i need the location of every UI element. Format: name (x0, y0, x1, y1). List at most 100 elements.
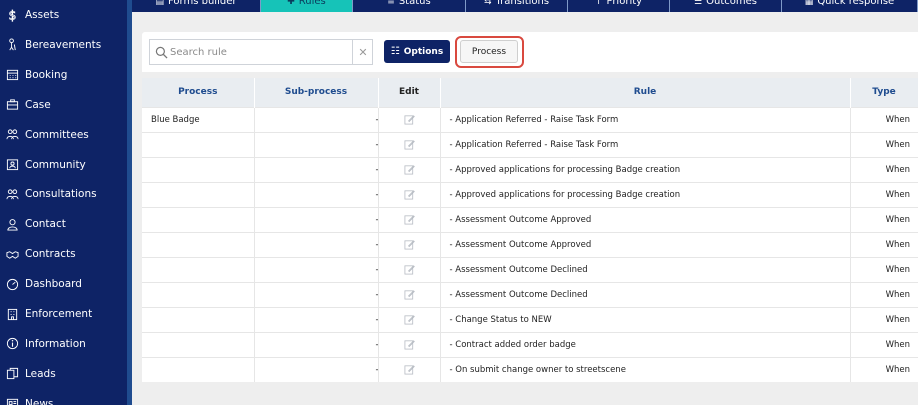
cell-process (142, 356, 255, 382)
column-header-type[interactable]: Type (850, 78, 918, 107)
sidebar-item-contracts[interactable]: Contracts (0, 239, 127, 269)
cell-edit (378, 181, 441, 207)
tab-transitions[interactable]: ⇆ Transitions (466, 0, 568, 12)
sidebar-item-booking[interactable]: Booking (0, 60, 127, 90)
sidebar-item-label: Contact (25, 218, 66, 231)
sidebar-item-label: Dashboard (25, 278, 82, 291)
table-header-row: Process Sub-process Edit Rule Type (142, 78, 918, 107)
sidebar-item-information[interactable]: Information (0, 329, 127, 359)
cell-type: When (850, 231, 918, 257)
cell-subprocess: - (254, 106, 379, 132)
tab-forms-builder[interactable]: ▤ Forms builder (132, 0, 261, 12)
cell-edit (378, 106, 441, 132)
cell-subprocess: - (254, 256, 379, 282)
cell-edit (378, 206, 441, 232)
table-row: - - Assessment Outcome DeclinedWhen (142, 281, 918, 307)
sidebar-item-community[interactable]: Community (0, 150, 127, 180)
sidebar-item-label: Information (25, 337, 86, 350)
gauge-icon (5, 277, 19, 291)
cell-rule: - Assessment Outcome Declined (440, 281, 851, 307)
cell-rule: - Application Referred - Raise Task Form (440, 131, 851, 157)
column-header-process[interactable]: Process (142, 78, 255, 107)
search-input[interactable] (170, 42, 348, 62)
process-button[interactable]: Process (460, 40, 518, 63)
edit-icon[interactable] (404, 289, 415, 300)
rules-table: Process Sub-process Edit Rule Type Blue … (142, 78, 918, 382)
edit-icon[interactable] (404, 364, 415, 375)
sidebar-item-committees[interactable]: Committees (0, 120, 127, 150)
edit-icon[interactable] (404, 114, 415, 125)
edit-icon[interactable] (404, 314, 415, 325)
cell-rule: - Assessment Outcome Approved (440, 231, 851, 257)
table-row: - - Contract added order badgeWhen (142, 331, 918, 357)
cell-type: When (850, 181, 918, 207)
cell-process (142, 256, 255, 282)
clear-search-button[interactable]: ✕ (352, 40, 373, 64)
sidebar-item-label: Committees (25, 128, 89, 141)
edit-icon[interactable] (404, 239, 415, 250)
briefcase-icon (5, 98, 19, 112)
tab-outcomes-icon: ☰ (694, 0, 703, 7)
newspaper-icon (5, 397, 19, 405)
cell-type: When (850, 131, 918, 157)
tab-status[interactable]: ≡ Status (353, 0, 466, 12)
cell-type: When (850, 306, 918, 332)
tab-outcomes[interactable]: ☰ Outcomes (670, 0, 782, 12)
cell-process (142, 131, 255, 157)
cell-process (142, 281, 255, 307)
tab-transitions-icon: ⇆ (483, 0, 492, 7)
edit-icon[interactable] (404, 189, 415, 200)
sidebar-item-label: Case (25, 98, 51, 111)
cell-process (142, 331, 255, 357)
sidebar-item-label: Consultations (25, 188, 97, 201)
sidebar-item-contact[interactable]: Contact (0, 209, 127, 239)
edit-icon[interactable] (404, 164, 415, 175)
sidebar-item-label: Community (25, 158, 86, 171)
cell-type: When (850, 331, 918, 357)
tab-label: Transitions (495, 0, 550, 7)
cell-process (142, 231, 255, 257)
sidebar-item-enforcement[interactable]: Enforcement (0, 299, 127, 329)
cell-subprocess: - (254, 331, 379, 357)
sidebar-item-leads[interactable]: Leads (0, 359, 127, 389)
sidebar-item-bereavements[interactable]: Bereavements (0, 30, 127, 60)
cell-process (142, 156, 255, 182)
edit-icon[interactable] (404, 214, 415, 225)
column-header-subprocess[interactable]: Sub-process (254, 78, 379, 107)
sliders-icon: ☷ (390, 46, 400, 57)
cell-edit (378, 256, 441, 282)
copy-icon (5, 367, 19, 381)
cell-rule: - Approved applications for processing B… (440, 181, 851, 207)
table-row: - - Application Referred - Raise Task For… (142, 131, 918, 157)
sidebar-item-label: Booking (25, 68, 68, 81)
edit-icon[interactable] (404, 139, 415, 150)
column-header-rule[interactable]: Rule (440, 78, 851, 107)
table-row: - - Assessment Outcome ApprovedWhen (142, 206, 918, 232)
sidebar-item-news[interactable]: News (0, 389, 127, 405)
cell-subprocess: - (254, 306, 379, 332)
cell-subprocess: - (254, 131, 379, 157)
cell-rule: - Assessment Outcome Approved (440, 206, 851, 232)
tab-quick-response[interactable]: ▦ Quick response (782, 0, 918, 12)
tab-rules[interactable]: ✚ Rules (261, 0, 353, 12)
edit-icon[interactable] (404, 264, 415, 275)
column-header-edit: Edit (378, 78, 441, 107)
rules-table-body: Blue Badge-- Application Referred - Rais… (142, 106, 918, 382)
cell-edit (378, 231, 441, 257)
dollar-icon: $ (5, 8, 19, 22)
edit-icon[interactable] (404, 339, 415, 350)
tab-priority[interactable]: ↑ Priority (568, 0, 670, 12)
sidebar-item-assets[interactable]: $ Assets (0, 0, 127, 30)
cell-process (142, 306, 255, 332)
table-row: - - Assessment Outcome ApprovedWhen (142, 231, 918, 257)
sidebar-item-consultations[interactable]: Consultations (0, 179, 127, 209)
tab-label: Rules (298, 0, 326, 7)
tab-status-icon: ≡ (387, 0, 395, 7)
sidebar-item-dashboard[interactable]: Dashboard (0, 269, 127, 299)
tab-rules-icon: ✚ (287, 0, 295, 7)
cell-subprocess: - (254, 281, 379, 307)
rules-toolbar: ✕ ☷ Options Process (142, 32, 918, 72)
sidebar-item-case[interactable]: Case (0, 90, 127, 120)
options-button[interactable]: ☷ Options (384, 40, 450, 63)
cell-subprocess: - (254, 156, 379, 182)
